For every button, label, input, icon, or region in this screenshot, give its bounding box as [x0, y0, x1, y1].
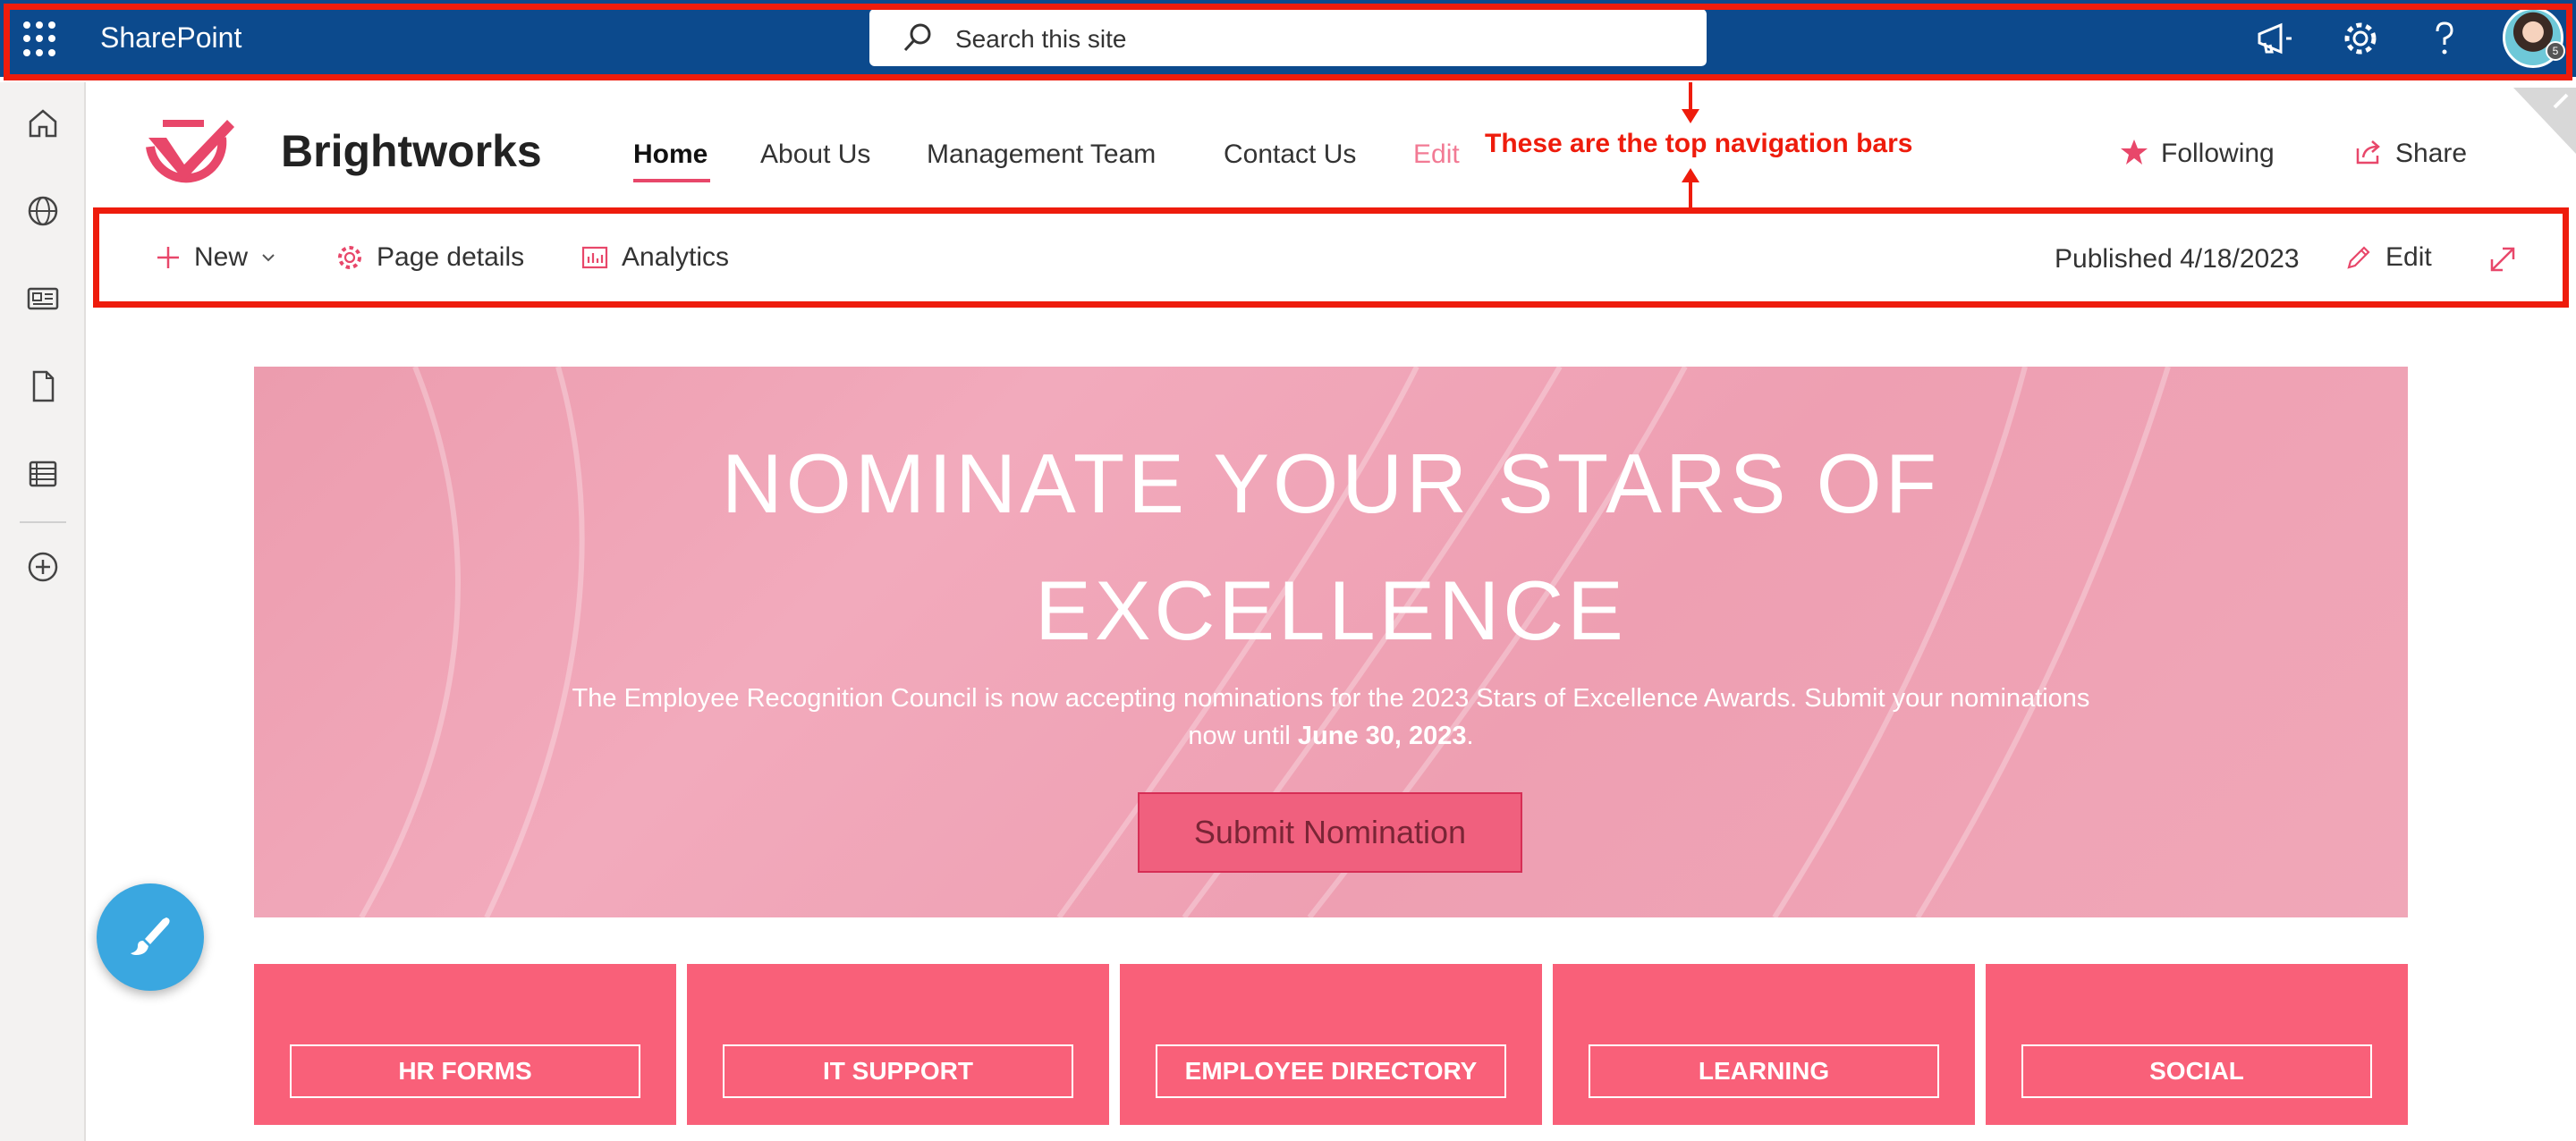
document-icon[interactable]: [25, 368, 61, 404]
expand-icon[interactable]: [2487, 244, 2518, 275]
tile-employee-directory[interactable]: EMPLOYEE DIRECTORY: [1120, 964, 1542, 1125]
tile-label[interactable]: LEARNING: [1589, 1044, 1939, 1098]
nav-edit-link[interactable]: Edit: [1413, 139, 1460, 170]
hero-title: NOMINATE YOUR STARS OF EXCELLENCE: [721, 436, 1941, 657]
nav-home[interactable]: Home: [633, 139, 708, 170]
analytics-icon: [581, 246, 608, 269]
tile-hr-forms[interactable]: HR FORMS: [254, 964, 676, 1125]
tile-learning[interactable]: LEARNING: [1553, 964, 1975, 1125]
tile-label[interactable]: HR FORMS: [290, 1044, 640, 1098]
page-details-button[interactable]: Page details: [335, 242, 524, 273]
news-icon[interactable]: [25, 281, 61, 317]
edit-page-button[interactable]: Edit: [2344, 242, 2432, 273]
globe-icon[interactable]: [25, 193, 61, 229]
list-icon[interactable]: [25, 456, 61, 492]
annotation-arrow-up-bar: [1682, 82, 1699, 123]
submit-nomination-button[interactable]: Submit Nomination: [1138, 792, 1522, 873]
annotation-label: These are the top navigation bars: [1485, 129, 1913, 158]
following-label: Following: [2161, 139, 2275, 168]
paintbrush-icon: [131, 917, 170, 955]
page-details-label: Page details: [377, 242, 525, 272]
design-fab-button[interactable]: [97, 883, 204, 991]
tile-it-support[interactable]: IT SUPPORT: [687, 964, 1109, 1125]
tile-social[interactable]: SOCIAL: [1986, 964, 2408, 1125]
rail-divider: [20, 521, 66, 523]
brightworks-logo[interactable]: [141, 111, 242, 188]
tile-label[interactable]: SOCIAL: [2021, 1044, 2372, 1098]
analytics-label: Analytics: [622, 242, 730, 272]
site-title[interactable]: Brightworks: [281, 125, 542, 177]
nav-management-team[interactable]: Management Team: [927, 139, 1156, 170]
chevron-down-icon: [262, 254, 275, 262]
add-circle-icon[interactable]: [25, 549, 61, 585]
annotation-arrow-down-bar: [1682, 168, 1699, 207]
analytics-button[interactable]: Analytics: [580, 242, 729, 273]
tile-label[interactable]: EMPLOYEE DIRECTORY: [1156, 1044, 1506, 1098]
nav-active-indicator: [633, 179, 710, 182]
corner-fold-icon: [2513, 88, 2576, 154]
left-app-bar: [0, 82, 86, 1141]
nav-contact-us[interactable]: Contact Us: [1224, 139, 1356, 170]
plus-icon: [157, 247, 179, 268]
pencil-icon: [2347, 246, 2370, 269]
command-bar: New Page details Analytics Published 4/1…: [93, 207, 2569, 308]
nav-about-us[interactable]: About Us: [760, 139, 870, 170]
hero-description: The Employee Recognition Council is now …: [567, 680, 2095, 755]
edit-label: Edit: [2385, 242, 2432, 272]
published-status: Published 4/18/2023: [2055, 244, 2300, 274]
home-icon[interactable]: [25, 106, 61, 141]
hero-description-end: .: [1466, 722, 1474, 750]
gear-icon: [338, 246, 361, 269]
hero-banner: NOMINATE YOUR STARS OF EXCELLENCE The Em…: [254, 367, 2408, 917]
share-label: Share: [2395, 139, 2468, 168]
tile-label[interactable]: IT SUPPORT: [723, 1044, 1073, 1098]
share-button[interactable]: Share: [2354, 138, 2467, 169]
new-button[interactable]: New: [155, 242, 276, 273]
annotation-box-suite-bar: [4, 4, 2572, 80]
star-icon: [2121, 139, 2148, 165]
hero-deadline: June 30, 2023: [1297, 722, 1467, 750]
new-label: New: [194, 242, 249, 272]
share-icon: [2356, 140, 2380, 165]
following-button[interactable]: Following: [2120, 138, 2275, 169]
